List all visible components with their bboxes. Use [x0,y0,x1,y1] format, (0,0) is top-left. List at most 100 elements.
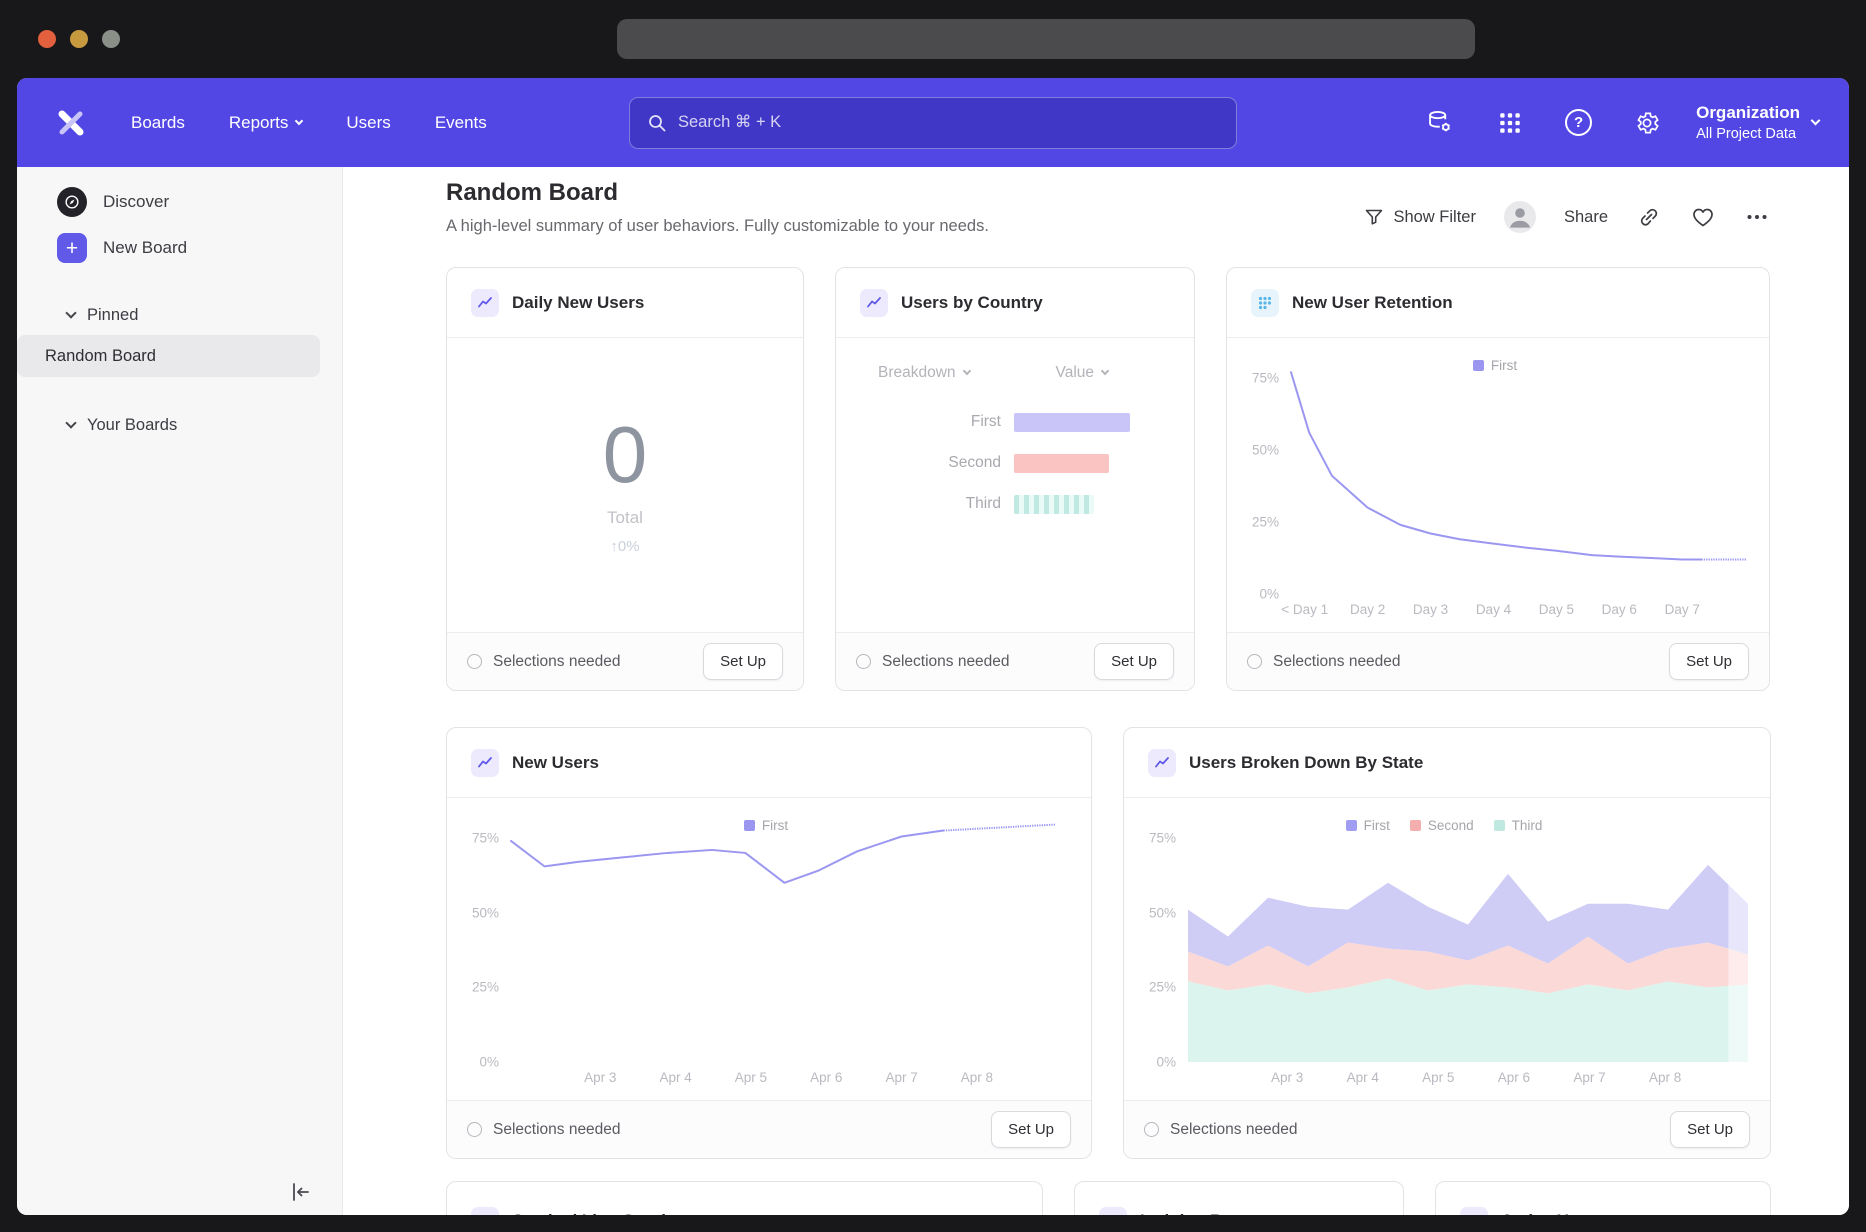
board-label: Random Board [45,347,156,366]
breakdown-row: First [836,412,1194,432]
card-title: New Users [512,753,599,773]
sidebar-item-discover[interactable]: Discover [17,179,342,225]
nav-label: Reports [229,113,289,133]
sidebar-section-your-boards[interactable]: Your Boards [17,405,342,445]
help-icon[interactable]: ? [1565,109,1592,136]
org-text: Organization All Project Data [1696,103,1800,142]
value-dropdown-label: Value [1056,364,1095,382]
mixpanel-logo-icon[interactable] [51,103,91,143]
metric-delta: ↑0% [610,538,639,555]
favorite-heart-icon[interactable] [1690,204,1716,230]
y-tick-label: 75% [472,831,499,846]
legend-label: Third [1512,818,1543,833]
avatar[interactable] [1504,201,1536,233]
sidebar-item-label: New Board [103,238,187,258]
search-bar[interactable] [629,97,1237,149]
x-tick-label: Apr 4 [659,1070,691,1085]
sidebar-item-label: Discover [103,192,169,212]
app-window: Boards Reports Users Events ? O [17,78,1849,1215]
section-label: Your Boards [87,416,177,435]
set-up-button[interactable]: Set Up [1670,1111,1750,1148]
card-active-users: Active Users [1435,1181,1771,1215]
breakdown-dropdown[interactable]: Breakdown [878,364,970,382]
set-up-button[interactable]: Set Up [703,643,783,680]
main-content: Random Board A high-level summary of use… [343,167,1849,1215]
y-axis-labels: 75%50%25%0% [463,838,511,1062]
plus-glyph: + [66,238,78,259]
legend-swatch [744,820,755,831]
apps-grid-icon[interactable] [1495,108,1525,138]
search-icon [647,113,667,133]
breakdown-controls: Breakdown Value [836,338,1194,382]
y-tick-label: 25% [1149,980,1176,995]
card-title: New User Retention [1292,293,1453,313]
minimize-window-button[interactable] [70,30,88,48]
metric-value: 0 [603,415,648,495]
zoom-window-button[interactable] [102,30,120,48]
y-tick-label: 50% [1252,442,1279,457]
status-circle-icon [1144,1122,1159,1137]
legend-swatch [1473,360,1484,371]
x-tick-label: Day 7 [1665,602,1700,617]
share-button[interactable]: Share [1564,208,1608,227]
nav-boards[interactable]: Boards [131,113,185,133]
y-tick-label: 0% [1156,1055,1176,1070]
primary-nav: Boards Reports Users Events [131,113,487,133]
chevron-down-icon [962,367,970,375]
status-circle-icon [467,1122,482,1137]
value-dropdown[interactable]: Value [1056,364,1109,382]
legend-item: Third [1494,818,1543,833]
top-navbar: Boards Reports Users Events ? O [17,78,1849,167]
collapse-sidebar-button[interactable] [288,1179,314,1205]
close-window-button[interactable] [38,30,56,48]
breakdown-bar [1014,413,1130,432]
set-up-button[interactable]: Set Up [1094,643,1174,680]
chevron-down-icon [65,417,76,428]
retention-grid-icon [1251,289,1279,317]
set-up-button[interactable]: Set Up [991,1111,1071,1148]
address-bar[interactable] [617,19,1475,59]
y-tick-label: 75% [1252,371,1279,386]
set-up-button[interactable]: Set Up [1669,643,1749,680]
breakdown-row-label: First [836,413,1001,431]
plot-area [511,838,1069,1062]
search-input[interactable] [678,113,1219,132]
x-tick-label: Apr 3 [584,1070,616,1085]
card-daily-new-users: Daily New Users 0 Total ↑0% Selections n… [446,267,804,691]
chart-legend: First [1243,352,1747,378]
nav-reports[interactable]: Reports [229,113,303,133]
card-title: Active Users [1501,1211,1604,1215]
breakdown-row: Third [836,494,1194,514]
sidebar-item-new-board[interactable]: + New Board [17,225,342,271]
settings-gear-icon[interactable] [1632,108,1662,138]
copy-link-icon[interactable] [1636,204,1662,230]
org-switcher[interactable]: Organization All Project Data [1696,103,1819,142]
breakdown-row-label: Second [836,454,1001,472]
filter-funnel-icon [1364,207,1384,227]
nav-users[interactable]: Users [346,113,390,133]
x-tick-label: Apr 8 [1649,1070,1681,1085]
y-tick-label: 0% [479,1055,499,1070]
show-filter-button[interactable]: Show Filter [1364,207,1476,227]
sidebar-section-pinned[interactable]: Pinned [17,295,342,335]
status-circle-icon [467,654,482,669]
card-insights-report: Insights Report [1074,1181,1404,1215]
chevron-down-icon [295,116,303,124]
sidebar-item-random-board[interactable]: Random Board [17,335,320,377]
card-title: Insights Report [1140,1211,1265,1215]
legend-label: First [1491,358,1517,373]
data-management-icon[interactable] [1425,108,1455,138]
more-options-icon[interactable] [1744,204,1770,230]
plot-area [1291,378,1747,594]
breakdown-bar [1014,454,1109,473]
status-text: Selections needed [1170,1121,1298,1139]
legend-item: First [744,818,788,833]
breakdown-dropdown-label: Breakdown [878,364,956,382]
nav-label: Events [435,113,487,133]
chevron-down-icon [1811,116,1821,126]
help-glyph: ? [1574,114,1583,131]
card-title: Users by Country [901,293,1043,313]
card-title: Stacked Line Graph [512,1211,672,1215]
discover-compass-icon [57,187,87,217]
nav-events[interactable]: Events [435,113,487,133]
